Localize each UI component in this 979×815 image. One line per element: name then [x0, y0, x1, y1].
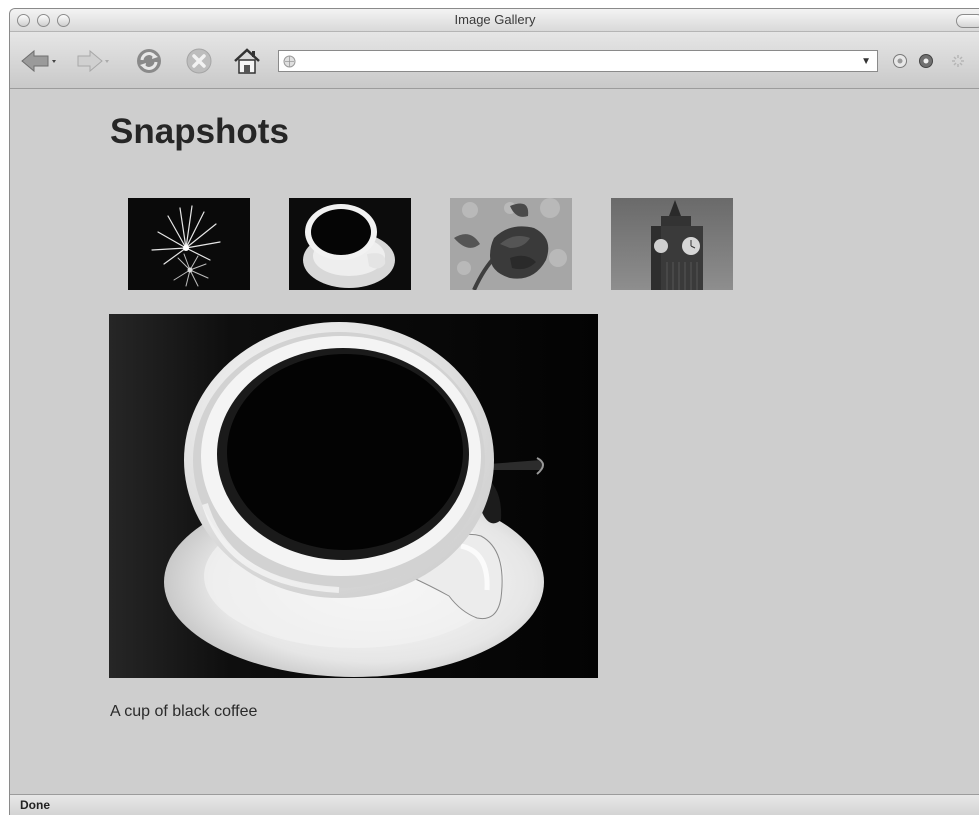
- address-input[interactable]: [296, 52, 862, 70]
- download-icon: [919, 54, 933, 68]
- circle-plus-icon: [893, 54, 907, 68]
- page-title: Snapshots: [110, 112, 289, 151]
- stop-icon: [186, 48, 212, 74]
- back-button[interactable]: [20, 46, 58, 76]
- dropdown-arrow-icon[interactable]: ▼: [861, 56, 871, 67]
- window-title: Image Gallery: [454, 12, 536, 27]
- globe-icon: [283, 55, 296, 67]
- page-content: Snapshots A cup of black coffee: [10, 89, 979, 795]
- status-bar: Done: [10, 794, 979, 815]
- thumbnail-big-ben[interactable]: [611, 198, 733, 290]
- main-image: [109, 314, 598, 678]
- toolbar-toggle-button[interactable]: [956, 14, 979, 28]
- home-button[interactable]: [230, 46, 264, 76]
- spinner-icon: [952, 55, 964, 67]
- browser-window: Image Gallery ▼ Snapshots A cup of black…: [9, 8, 979, 815]
- activity-indicator: [948, 46, 968, 76]
- forward-arrow-icon: [77, 49, 109, 73]
- address-bar[interactable]: ▼: [278, 50, 878, 72]
- title-bar: Image Gallery: [10, 9, 979, 32]
- stop-button[interactable]: [182, 46, 216, 76]
- navigation-toolbar: ▼: [10, 32, 979, 89]
- forward-button[interactable]: [76, 46, 110, 76]
- reload-icon: [137, 49, 161, 73]
- addon-button-2[interactable]: [916, 46, 936, 76]
- home-icon: [234, 48, 260, 74]
- image-caption: A cup of black coffee: [110, 703, 258, 720]
- addon-button-1[interactable]: [890, 46, 910, 76]
- status-text: Done: [20, 798, 50, 812]
- thumbnail-rose[interactable]: [450, 198, 572, 290]
- thumbnail-fireworks[interactable]: [128, 198, 250, 290]
- back-arrow-icon: [21, 49, 56, 73]
- thumbnail-coffee[interactable]: [289, 198, 411, 290]
- reload-button[interactable]: [132, 46, 166, 76]
